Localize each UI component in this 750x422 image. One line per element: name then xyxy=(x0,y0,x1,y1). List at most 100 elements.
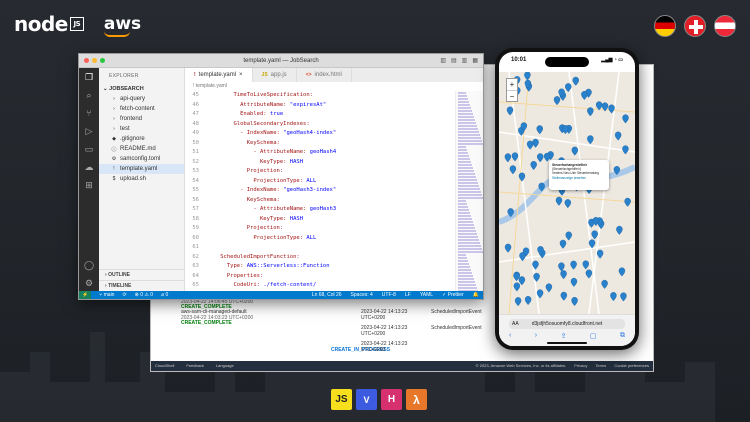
job-marker-icon[interactable] xyxy=(565,231,572,241)
close-tab-icon[interactable]: × xyxy=(239,72,243,78)
job-marker-icon[interactable] xyxy=(564,199,572,209)
cursor-position[interactable]: Ln 68, Col 26 xyxy=(312,292,342,298)
job-marker-icon[interactable] xyxy=(509,165,517,175)
address-bar[interactable]: AA d3jsfjh5osuomfy8.cloudfront.net xyxy=(509,319,625,329)
timeline-section[interactable]: › TIMELINE xyxy=(99,280,184,291)
prettier-status[interactable]: ✓ Prettier xyxy=(442,292,464,298)
workspace-root[interactable]: ⌄ JOBSEARCH xyxy=(99,84,184,94)
job-marker-icon[interactable] xyxy=(616,225,623,235)
job-marker-icon[interactable] xyxy=(581,91,588,101)
job-marker-icon[interactable] xyxy=(537,153,544,163)
file-tree-item[interactable]: › api-query xyxy=(99,94,184,104)
explorer-icon[interactable]: ❐ xyxy=(84,72,95,83)
job-map[interactable]: + − Steuerfachangestellte/r (Steuerfachg… xyxy=(499,71,635,315)
job-marker-icon[interactable] xyxy=(524,71,531,81)
file-tree-item[interactable]: ◆ .gitignore xyxy=(99,134,184,144)
editor-tab[interactable]: <> index.html xyxy=(297,68,352,82)
job-marker-icon[interactable] xyxy=(536,289,544,299)
job-marker-icon[interactable] xyxy=(559,239,567,249)
privacy-link[interactable]: Privacy xyxy=(574,363,587,369)
source-control-icon[interactable]: ⑂ xyxy=(84,108,95,119)
job-marker-icon[interactable] xyxy=(614,131,622,141)
git-branch[interactable]: ⑂ main xyxy=(99,292,114,298)
job-marker-icon[interactable] xyxy=(571,297,578,307)
job-marker-icon[interactable] xyxy=(511,152,519,162)
back-icon[interactable]: ‹ xyxy=(509,332,511,340)
job-marker-icon[interactable] xyxy=(560,291,568,301)
tabs-icon[interactable]: ⧉ xyxy=(620,332,625,340)
job-marker-icon[interactable] xyxy=(526,140,534,150)
job-marker-icon[interactable] xyxy=(622,114,629,124)
job-marker-icon[interactable] xyxy=(624,197,631,207)
encoding[interactable]: UTF-8 xyxy=(382,292,396,298)
job-marker-icon[interactable] xyxy=(553,96,561,106)
file-tree-item[interactable]: ! template.yaml xyxy=(99,164,184,174)
remote-indicator-icon[interactable]: ⚡ xyxy=(79,291,92,299)
job-marker-icon[interactable] xyxy=(506,106,514,116)
aws-toolkit-icon[interactable]: ☁ xyxy=(84,162,95,173)
job-marker-icon[interactable] xyxy=(504,243,512,253)
terms-link[interactable]: Terms xyxy=(595,363,606,369)
file-tree-item[interactable]: › frontend xyxy=(99,114,184,124)
job-marker-icon[interactable] xyxy=(582,260,589,270)
job-marker-icon[interactable] xyxy=(591,230,598,240)
feedback-link[interactable]: Feedback xyxy=(186,363,204,369)
job-marker-icon[interactable] xyxy=(570,260,577,270)
file-tree-item[interactable]: $ upload.sh xyxy=(99,174,184,184)
remote-explorer-icon[interactable]: ▭ xyxy=(84,144,95,155)
job-marker-icon[interactable] xyxy=(618,267,626,277)
zoom-in-button[interactable]: + xyxy=(507,79,517,90)
job-marker-icon[interactable] xyxy=(513,282,521,292)
job-marker-icon[interactable] xyxy=(504,153,512,163)
problems-indicator[interactable]: ⊗ 0 ⚠ 0 xyxy=(135,292,153,298)
job-popup[interactable]: Steuerfachangestellte/r (Steuerfachgehil… xyxy=(549,160,609,190)
account-icon[interactable]: ◯ xyxy=(84,260,95,271)
indentation[interactable]: Spaces: 4 xyxy=(351,292,373,298)
search-icon[interactable]: ⌕ xyxy=(84,90,95,101)
job-marker-icon[interactable] xyxy=(585,269,593,279)
reader-aa-button[interactable]: AA xyxy=(512,319,519,329)
job-marker-icon[interactable] xyxy=(513,272,520,282)
job-marker-icon[interactable] xyxy=(565,83,572,93)
language-link[interactable]: Language xyxy=(216,363,234,369)
job-marker-icon[interactable] xyxy=(610,292,617,302)
job-marker-icon[interactable] xyxy=(524,296,532,306)
file-tree-item[interactable]: › fetch-content xyxy=(99,104,184,114)
file-tree-item[interactable]: › test xyxy=(99,124,184,134)
job-marker-icon[interactable] xyxy=(620,292,627,302)
code-editor[interactable]: 45 TimeToLiveSpecification: 46 AttributeN… xyxy=(185,91,455,293)
job-marker-icon[interactable] xyxy=(530,161,537,171)
job-marker-icon[interactable] xyxy=(555,196,563,206)
ports-indicator[interactable]: ⌀ 0 xyxy=(161,292,168,298)
job-marker-icon[interactable] xyxy=(514,297,522,307)
job-marker-icon[interactable] xyxy=(571,146,579,156)
job-marker-icon[interactable] xyxy=(572,76,579,86)
forward-icon[interactable]: › xyxy=(535,332,537,340)
job-marker-icon[interactable] xyxy=(560,270,567,280)
editor-tab[interactable]: JS app.js xyxy=(253,68,297,82)
job-marker-icon[interactable] xyxy=(570,277,578,287)
popup-link[interactable]: Stellenanzeige ansehen xyxy=(552,176,606,180)
job-marker-icon[interactable] xyxy=(536,125,543,135)
job-marker-icon[interactable] xyxy=(587,107,594,117)
job-marker-icon[interactable] xyxy=(596,249,604,259)
job-marker-icon[interactable] xyxy=(558,262,565,272)
minimap[interactable] xyxy=(455,91,483,293)
file-tree-item[interactable]: ⓘ README.md xyxy=(99,144,184,154)
sync-icon[interactable]: ⟳ xyxy=(122,292,126,298)
cloudshell-link[interactable]: CloudShell xyxy=(155,363,174,369)
job-marker-icon[interactable] xyxy=(532,138,539,148)
file-tree-item[interactable]: ⚙ samconfig.toml xyxy=(99,154,184,164)
zoom-out-button[interactable]: − xyxy=(507,90,517,102)
bookmarks-icon[interactable]: ▢ xyxy=(590,332,597,340)
language-mode[interactable]: YAML xyxy=(420,292,433,298)
breadcrumb[interactable]: ! template.yaml xyxy=(185,82,483,91)
share-icon[interactable]: ⇪ xyxy=(561,332,567,340)
end-of-line[interactable]: LF xyxy=(405,292,411,298)
job-marker-icon[interactable] xyxy=(601,279,608,289)
extensions-icon[interactable]: ⊞ xyxy=(84,180,95,191)
job-marker-icon[interactable] xyxy=(587,135,594,145)
manage-gear-icon[interactable]: ⚙ xyxy=(84,278,95,289)
notifications-bell-icon[interactable]: 🔔 xyxy=(473,292,479,298)
job-marker-icon[interactable] xyxy=(622,145,629,155)
